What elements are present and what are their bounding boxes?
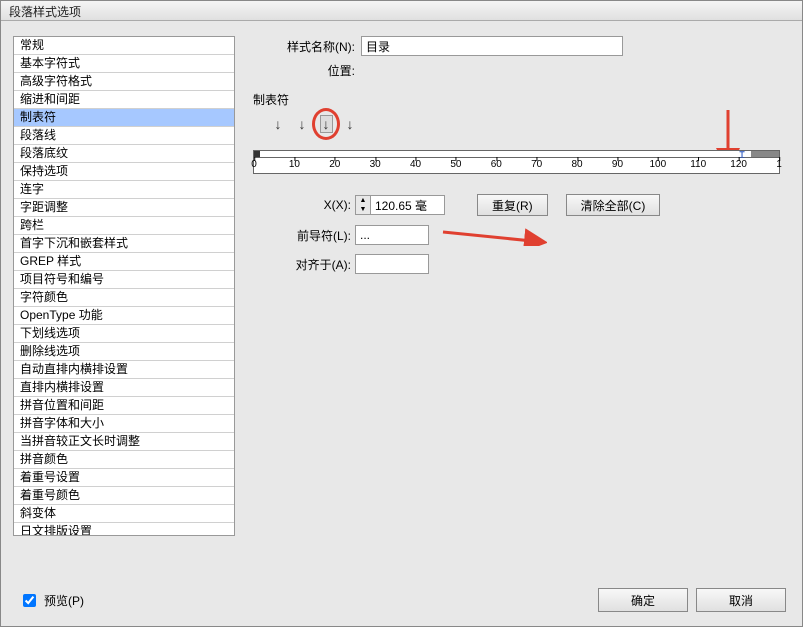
x-spin-down[interactable]: ▼: [356, 205, 370, 214]
list-item[interactable]: 字距调整: [14, 199, 234, 217]
list-item[interactable]: 制表符: [14, 109, 234, 127]
list-item[interactable]: 跨栏: [14, 217, 234, 235]
preview-checkbox[interactable]: [23, 594, 36, 607]
content-area: 常规基本字符式高级字符格式缩进和间距制表符段落线段落底纹保持选项连字字距调整跨栏…: [1, 21, 802, 578]
window-title: 段落样式选项: [9, 5, 81, 19]
list-item[interactable]: OpenType 功能: [14, 307, 234, 325]
clear-all-button[interactable]: 清除全部(C): [566, 194, 661, 216]
ruler-tick: 100: [650, 159, 667, 170]
ruler-tick: 90: [612, 159, 623, 170]
list-item[interactable]: 常规: [14, 37, 234, 55]
x-spinner[interactable]: ▲ ▼: [355, 195, 445, 215]
annotation-arrow-left: [437, 224, 547, 246]
dialog-window: 段落样式选项 常规基本字符式高级字符格式缩进和间距制表符段落线段落底纹保持选项连…: [0, 0, 803, 627]
tab-left-icon[interactable]: ↓: [271, 116, 285, 132]
ruler-tick: 70: [531, 159, 542, 170]
list-item[interactable]: GREP 样式: [14, 253, 234, 271]
list-item[interactable]: 自动直排内横排设置: [14, 361, 234, 379]
ok-button[interactable]: 确定: [598, 588, 688, 612]
list-item[interactable]: 字符颜色: [14, 289, 234, 307]
ruler-tick: 110: [690, 159, 706, 170]
list-item[interactable]: 保持选项: [14, 163, 234, 181]
ruler-scale: 0 10 20 30 40 50 60 70 80 90 100 110 120 1: [253, 158, 780, 174]
titlebar: 段落样式选项: [1, 1, 802, 21]
list-item[interactable]: 下划线选项: [14, 325, 234, 343]
list-item[interactable]: 连字: [14, 181, 234, 199]
ruler-track[interactable]: ↧: [253, 150, 780, 158]
list-item[interactable]: 拼音颜色: [14, 451, 234, 469]
section-title: 制表符: [253, 91, 780, 108]
list-item[interactable]: 着重号颜色: [14, 487, 234, 505]
ruler-tick: 60: [491, 159, 502, 170]
ruler-tick: 50: [450, 159, 461, 170]
x-input[interactable]: [371, 195, 445, 215]
list-item[interactable]: 基本字符式: [14, 55, 234, 73]
cancel-button[interactable]: 取消: [696, 588, 786, 612]
tab-alignment-icons: ↓ ↓ ↓ ↓: [271, 116, 780, 132]
ruler[interactable]: ↧ 0 10 20 30 40 50 60 70 80 90 100 110 120 1: [253, 150, 780, 174]
ruler-tick: 20: [329, 159, 340, 170]
list-item[interactable]: 直排内横排设置: [14, 379, 234, 397]
ruler-tick: 0: [251, 159, 257, 170]
tab-right-icon[interactable]: ↓: [319, 116, 333, 132]
align-input[interactable]: [355, 254, 429, 274]
ruler-tick: 120: [730, 159, 747, 170]
ruler-tick: 40: [410, 159, 421, 170]
align-label: 对齐于(A):: [253, 256, 351, 273]
list-item[interactable]: 缩进和间距: [14, 91, 234, 109]
list-item[interactable]: 段落底纹: [14, 145, 234, 163]
list-item[interactable]: 拼音字体和大小: [14, 415, 234, 433]
ruler-tick: 30: [370, 159, 381, 170]
footer: 预览(P) 确定 取消: [1, 578, 802, 626]
ruler-tick: 80: [572, 159, 583, 170]
leader-input[interactable]: [355, 225, 429, 245]
main-panel: 样式名称(N): 位置: 制表符 ↓ ↓ ↓ ↓: [253, 36, 790, 578]
style-name-label: 样式名称(N):: [253, 38, 361, 55]
ruler-tick: 10: [289, 159, 300, 170]
list-item[interactable]: 斜变体: [14, 505, 234, 523]
list-item[interactable]: 高级字符格式: [14, 73, 234, 91]
list-item[interactable]: 着重号设置: [14, 469, 234, 487]
list-item[interactable]: 拼音位置和间距: [14, 397, 234, 415]
ruler-tick: 1: [776, 159, 782, 170]
list-item[interactable]: 首字下沉和嵌套样式: [14, 235, 234, 253]
repeat-button[interactable]: 重复(R): [477, 194, 548, 216]
x-spin-up[interactable]: ▲: [356, 196, 370, 205]
style-name-input[interactable]: [361, 36, 623, 56]
list-item[interactable]: 项目符号和编号: [14, 271, 234, 289]
list-item[interactable]: 删除线选项: [14, 343, 234, 361]
list-item[interactable]: 日文排版设置: [14, 523, 234, 536]
location-label: 位置:: [253, 62, 361, 79]
category-listbox[interactable]: 常规基本字符式高级字符格式缩进和间距制表符段落线段落底纹保持选项连字字距调整跨栏…: [13, 36, 235, 536]
tab-center-icon[interactable]: ↓: [295, 116, 309, 132]
leader-label: 前导符(L):: [253, 227, 351, 244]
tab-decimal-icon[interactable]: ↓: [343, 116, 357, 132]
list-item[interactable]: 段落线: [14, 127, 234, 145]
sidebar: 常规基本字符式高级字符格式缩进和间距制表符段落线段落底纹保持选项连字字距调整跨栏…: [13, 36, 235, 578]
list-item[interactable]: 当拼音较正文长时调整: [14, 433, 234, 451]
preview-label: 预览(P): [44, 592, 84, 609]
x-label: X(X):: [253, 198, 351, 212]
